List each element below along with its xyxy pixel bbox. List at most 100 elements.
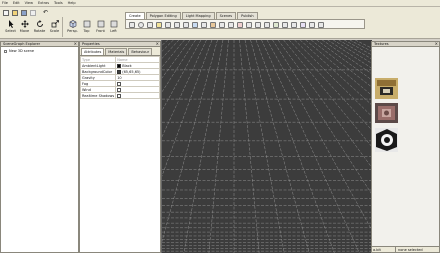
cube-icon[interactable] — [129, 21, 135, 28]
menu-extras[interactable]: Extras — [38, 1, 49, 5]
water-icon[interactable] — [192, 21, 198, 28]
mode-tabs: Create Polygon Editing Light Mapping Sce… — [125, 12, 259, 19]
cursor-icon — [7, 20, 15, 28]
trigger-icon[interactable] — [300, 21, 306, 28]
shadow-icon[interactable] — [282, 21, 288, 28]
collision-icon[interactable] — [291, 21, 297, 28]
tab-materials[interactable]: Materials — [105, 48, 128, 55]
textures-titlebar: Textures × — [372, 42, 439, 47]
create-toolstrip — [125, 19, 365, 29]
tab-light-mapping[interactable]: Light Mapping — [181, 12, 215, 19]
prop-value-text: Black — [122, 63, 132, 68]
shadows-checkbox[interactable] — [117, 93, 122, 98]
front-label: Front — [96, 29, 105, 33]
prop-value-text: (65,65,65) — [122, 69, 141, 74]
wind-checkbox[interactable] — [117, 87, 122, 92]
particle-icon[interactable] — [219, 21, 225, 28]
scene-root-label: New 3D scene — [9, 49, 35, 53]
view-top-button[interactable]: Top — [80, 20, 93, 33]
perspective-view-icon — [69, 20, 77, 28]
sphere-icon[interactable] — [138, 21, 144, 28]
rotate-button[interactable]: Rotate — [33, 20, 46, 33]
open-folder-icon[interactable] — [12, 10, 18, 16]
text-icon[interactable] — [255, 21, 261, 28]
tab-attributes[interactable]: Attributes — [81, 48, 105, 55]
scale-icon — [51, 20, 59, 28]
color-swatch[interactable] — [117, 69, 122, 74]
left-label: Left — [110, 29, 117, 33]
view-persp-button[interactable]: Persp. — [66, 20, 79, 33]
tab-polygon-editing[interactable]: Polygon Editing — [145, 12, 181, 19]
properties-panel: Properties × Attributes Materials Behavi… — [79, 41, 161, 253]
texture-thumb-sphere[interactable] — [375, 128, 398, 152]
prop-value — [115, 92, 160, 99]
textures-panel: Textures × a.bit none selected — [371, 41, 440, 253]
camera-icon[interactable] — [165, 21, 171, 28]
select-button[interactable]: Select — [4, 20, 17, 33]
close-icon[interactable]: × — [435, 42, 438, 46]
textures-title: Textures — [374, 42, 389, 46]
rotate-label: Rotate — [33, 29, 46, 33]
front-view-icon — [97, 20, 105, 28]
texture-status-right: none selected — [398, 247, 423, 252]
sound-icon[interactable] — [237, 21, 243, 28]
effect-icon[interactable] — [309, 21, 315, 28]
scene-root-node[interactable]: New 3D scene — [1, 47, 78, 55]
scenegraph-panel: SceneGraph Explorer × New 3D scene — [0, 41, 79, 253]
tab-behaviour[interactable]: Behaviour — [128, 48, 153, 55]
tab-publish[interactable]: Publish — [237, 12, 258, 19]
viewport-grid[interactable] — [162, 40, 372, 253]
animated-mesh-icon[interactable] — [246, 21, 252, 28]
save-icon[interactable] — [21, 10, 27, 16]
scenegraph-title: SceneGraph Explorer — [3, 42, 41, 46]
properties-title: Properties — [82, 42, 100, 46]
menu-edit[interactable]: Edit — [13, 1, 20, 5]
terrain-icon[interactable] — [210, 21, 216, 28]
move-icon — [20, 20, 29, 28]
grid-icon[interactable] — [264, 21, 270, 28]
cut-icon[interactable] — [30, 10, 36, 16]
color-swatch[interactable] — [117, 63, 122, 68]
script-icon[interactable] — [318, 21, 324, 28]
viewport-background — [162, 40, 372, 253]
tab-scenes[interactable]: Scenes — [215, 12, 237, 19]
undo-icon[interactable]: ↶ — [43, 10, 49, 16]
close-icon[interactable]: × — [156, 42, 159, 46]
mesh-icon[interactable] — [174, 21, 180, 28]
light-icon[interactable] — [156, 21, 162, 28]
top-view-icon — [83, 20, 91, 28]
textures-statusbar: a.bit none selected — [372, 246, 439, 252]
new-file-icon[interactable] — [3, 10, 9, 16]
select-label: Select — [5, 29, 16, 33]
texture-thumb-stone[interactable] — [375, 78, 398, 99]
scene-node-icon — [4, 49, 7, 53]
cylinder-icon[interactable] — [147, 21, 153, 28]
persp-label: Persp. — [67, 29, 78, 33]
tab-create[interactable]: Create — [125, 12, 145, 19]
texture-thumb-floor[interactable] — [375, 103, 398, 123]
close-icon[interactable]: × — [74, 42, 77, 46]
left-view-icon — [110, 20, 118, 28]
menu-view[interactable]: View — [25, 1, 33, 5]
rotate-icon — [36, 20, 44, 28]
menu-file[interactable]: File — [2, 1, 8, 5]
view-front-button[interactable]: Front — [94, 20, 107, 33]
menu-tools[interactable]: Tools — [54, 1, 63, 5]
table-row: Realtime Shadows — [79, 92, 160, 99]
fog-checkbox[interactable] — [117, 81, 122, 86]
menu-help[interactable]: Help — [68, 1, 76, 5]
view-left-button[interactable]: Left — [107, 20, 120, 33]
move-label: Move — [19, 29, 30, 33]
menu-bar: File Edit View Extras Tools Help — [0, 0, 440, 7]
top-label: Top — [83, 29, 90, 33]
skybox-icon[interactable] — [201, 21, 207, 28]
toolbar-separator — [62, 17, 63, 37]
move-button[interactable]: Move — [18, 20, 31, 33]
scale-label: Scale — [49, 29, 60, 33]
3d-viewport[interactable] — [161, 40, 372, 253]
billboard-icon[interactable] — [183, 21, 189, 28]
path-icon[interactable] — [228, 21, 234, 28]
scale-button[interactable]: Scale — [48, 20, 61, 33]
prop-key: Realtime Shadows — [79, 92, 117, 99]
tree-icon[interactable] — [273, 21, 279, 28]
